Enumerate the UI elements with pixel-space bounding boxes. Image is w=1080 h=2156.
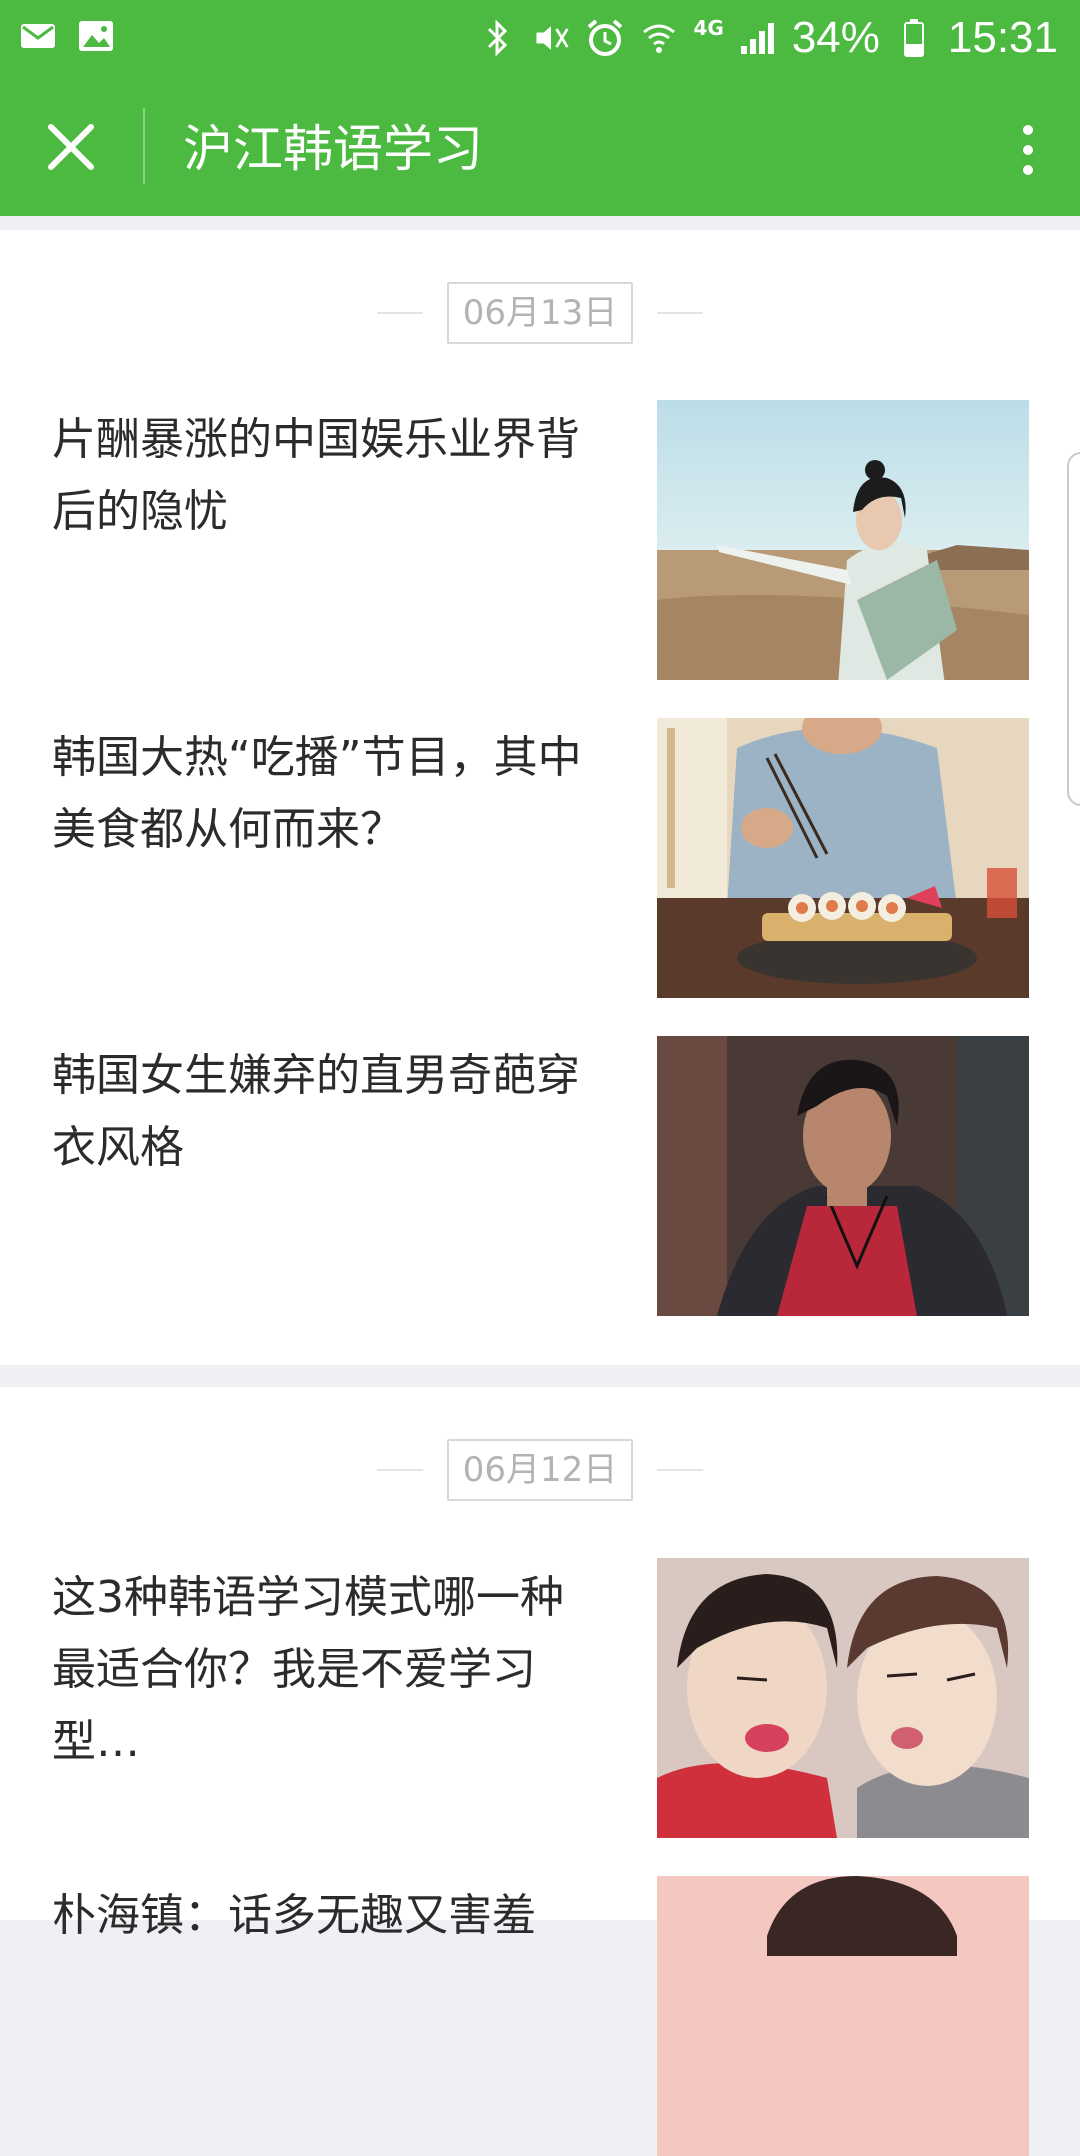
alarm-icon [585,18,625,58]
bluetooth-icon [477,18,517,58]
article-title: 朴海镇：话多无趣又害羞 [52,1890,536,1941]
battery-percent: 34% [791,13,880,62]
article-item[interactable]: 片酬暴涨的中国娱乐业界背后的隐忧 [0,400,1080,680]
divider [376,312,423,314]
date-badge: 06月12日 [446,1439,634,1501]
divider [657,312,704,314]
divider [657,1469,704,1471]
article-title: 片酬暴涨的中国娱乐业界背后的隐忧 [52,414,580,537]
status-bar: 4G 34% 15:31 [0,0,1080,76]
close-icon [46,122,96,176]
network-type-label: 4G [693,16,724,40]
article-thumbnail [657,718,1029,998]
battery-icon [894,18,934,58]
image-icon [76,16,116,56]
more-vertical-icon [1023,125,1033,135]
article-thumbnail [657,1036,1029,1316]
more-dot [1023,145,1033,155]
more-options-button[interactable] [998,110,1058,190]
mail-icon [18,16,58,56]
date-separator: 06月13日 [0,282,1080,344]
title-bar: 沪江韩语学习 [0,76,1080,216]
article-thumbnail [657,1876,1029,2156]
article-item[interactable]: 朴海镇：话多无趣又害羞 [0,1876,1080,2156]
date-badge: 06月13日 [446,282,634,344]
article-thumbnail [657,400,1029,680]
page-title: 沪江韩语学习 [183,120,483,178]
close-button[interactable] [36,114,106,184]
article-group-card: 06月12日 这3种韩语学习模式哪一种最适合你？我是不爱学习型… 朴海镇：话多无… [0,1387,1080,2156]
more-dot [1023,165,1033,175]
article-group-card: 06月13日 片酬暴涨的中国娱乐业界背后的隐忧 韩国大热“吃播”节目，其中美食都… [0,230,1080,1365]
divider [376,1469,423,1471]
date-separator: 06月12日 [0,1439,1080,1501]
article-item[interactable]: 韩国女生嫌弃的直男奇葩穿衣风格 [0,1036,1080,1316]
wifi-icon [639,18,679,58]
signal-icon [738,18,778,58]
article-item[interactable]: 韩国大热“吃播”节目，其中美食都从何而来？ [0,718,1080,998]
article-title: 韩国大热“吃播”节目，其中美食都从何而来？ [52,732,582,855]
scroll-handle[interactable] [1067,452,1080,806]
article-title: 这3种韩语学习模式哪一种最适合你？我是不爱学习型… [52,1572,564,1767]
title-divider [143,108,145,184]
clock-time: 15:31 [947,13,1058,62]
vibrate-mute-icon [531,18,571,58]
article-item[interactable]: 这3种韩语学习模式哪一种最适合你？我是不爱学习型… [0,1558,1080,1838]
article-thumbnail [657,1558,1029,1838]
article-title: 韩国女生嫌弃的直男奇葩穿衣风格 [52,1050,580,1173]
